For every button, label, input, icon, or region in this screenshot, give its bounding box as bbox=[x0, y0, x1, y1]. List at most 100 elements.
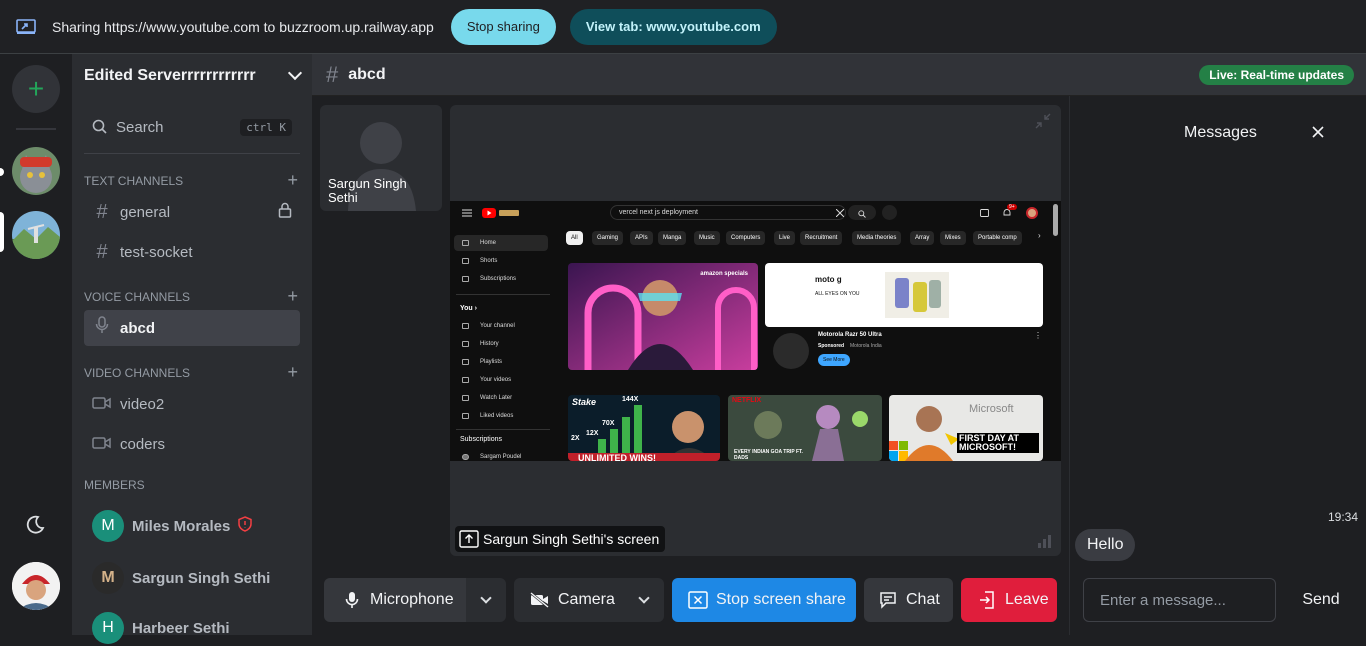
leave-button[interactable]: Leave bbox=[961, 578, 1057, 622]
shorts-icon bbox=[462, 258, 469, 264]
subscriptions-icon bbox=[462, 276, 469, 282]
member-name: Sargun Singh Sethi bbox=[132, 569, 271, 587]
yt-nav-subscriptions[interactable]: Subscriptions bbox=[454, 271, 548, 287]
video-thumbnail-microsoft[interactable]: Microsoft FIRST DAY AT MICROSOFT! bbox=[889, 395, 1043, 461]
voice-search-icon[interactable] bbox=[882, 205, 897, 220]
camera-options-button[interactable] bbox=[624, 578, 664, 622]
yt-nav-liked-videos[interactable]: Liked videos bbox=[454, 408, 548, 424]
button-label: Stop screen share bbox=[716, 591, 846, 608]
channel-general[interactable]: # general bbox=[84, 194, 300, 230]
youtube-topbar: vercel next js deployment 9+ bbox=[450, 201, 1061, 225]
user-avatar[interactable] bbox=[12, 562, 60, 610]
stop-screen-share-button[interactable]: Stop screen share bbox=[672, 578, 856, 622]
chip-mixes[interactable]: Mixes bbox=[940, 231, 966, 245]
yt-sub-sargam-poudel[interactable]: Sargam Poudel bbox=[454, 449, 548, 461]
yt-nav-history[interactable]: History bbox=[454, 336, 548, 352]
message-input[interactable]: Enter a message... bbox=[1083, 578, 1276, 622]
youtube-search-input[interactable]: vercel next js deployment bbox=[610, 205, 846, 220]
yt-nav-your-channel[interactable]: Your channel bbox=[454, 318, 548, 334]
channel-test-socket[interactable]: # test-socket bbox=[84, 234, 300, 270]
server-icon-landscape[interactable] bbox=[12, 211, 60, 259]
channel-abcd[interactable]: abcd bbox=[84, 310, 300, 346]
add-server-button[interactable]: + bbox=[12, 65, 60, 113]
chip-computers[interactable]: Computers bbox=[726, 231, 766, 245]
youtube-avatar[interactable] bbox=[1026, 207, 1038, 219]
chat-message: Hello bbox=[1075, 529, 1136, 561]
add-text-channel-icon[interactable]: + bbox=[287, 170, 298, 191]
more-options-icon[interactable]: ⋮ bbox=[1034, 331, 1042, 340]
chip-array[interactable]: Array bbox=[910, 231, 935, 245]
channel-sidebar: Edited Serverrrrrrrrrrrr Search ctrl K T… bbox=[72, 54, 381, 644]
channel-label: coders bbox=[120, 435, 166, 453]
category-label: VOICE CHANNELS bbox=[84, 289, 191, 304]
camera-button[interactable]: Camera bbox=[514, 578, 624, 622]
hash-icon: # bbox=[326, 61, 339, 87]
avatar: M bbox=[92, 562, 124, 594]
nav-label: Your videos bbox=[480, 377, 512, 383]
chevron-down-icon bbox=[287, 65, 303, 81]
history-icon bbox=[462, 341, 469, 347]
video-thumbnail-netflix[interactable]: NETFLIX EVERY INDIAN GOA TRIP FT. DADS bbox=[728, 395, 882, 461]
microphone-button[interactable]: Microphone bbox=[324, 578, 466, 622]
server-icon-cat[interactable] bbox=[12, 147, 60, 195]
chip-recruitment[interactable]: Recruitment bbox=[800, 231, 843, 245]
collapse-icon[interactable] bbox=[1035, 113, 1051, 129]
chip-next-icon[interactable]: › bbox=[1038, 231, 1041, 240]
member-miles-morales[interactable]: M Miles Morales bbox=[92, 508, 302, 544]
view-tab-button[interactable]: View tab: www.youtube.com bbox=[569, 8, 777, 45]
chip-media-theories[interactable]: Media theories bbox=[852, 231, 902, 245]
chip-portable-comp[interactable]: Portable comp bbox=[973, 231, 1022, 245]
video-thumbnail-stake[interactable]: Stake 144X 70X 12X 2X UNLIMITED WINS! bbox=[568, 395, 720, 461]
yt-nav-playlists[interactable]: Playlists bbox=[454, 354, 548, 370]
channel-label: video2 bbox=[120, 395, 165, 413]
youtube-scrollbar[interactable] bbox=[1053, 204, 1058, 236]
chat-button[interactable]: Chat bbox=[864, 578, 953, 622]
theme-toggle-icon[interactable] bbox=[24, 514, 46, 536]
thumb-brand: NETFLIX bbox=[732, 397, 762, 404]
search-button[interactable]: Search ctrl K bbox=[84, 110, 300, 144]
create-icon[interactable] bbox=[980, 209, 989, 217]
clock-icon bbox=[462, 395, 469, 401]
video-thumbnail-promo[interactable]: amazon specials bbox=[568, 263, 758, 370]
member-sargun-singh-sethi[interactable]: M Sargun Singh Sethi bbox=[92, 560, 302, 596]
youtube-search-button[interactable] bbox=[848, 205, 876, 220]
close-icon[interactable] bbox=[1310, 124, 1326, 140]
chat-icon bbox=[878, 590, 898, 610]
add-voice-channel-icon[interactable]: + bbox=[287, 286, 298, 307]
yt-nav-home[interactable]: Home bbox=[454, 235, 548, 251]
ad-see-more-button[interactable]: See More bbox=[818, 354, 850, 366]
thumb-caption: UNLIMITED WINS! bbox=[578, 453, 656, 461]
nav-label: Home bbox=[480, 240, 497, 246]
add-video-channel-icon[interactable]: + bbox=[287, 362, 298, 383]
ad-banner-brand: moto g bbox=[815, 275, 842, 284]
nav-label: Shorts bbox=[480, 258, 498, 264]
screen-share-tile[interactable]: vercel next js deployment 9+ Home Shorts… bbox=[450, 105, 1061, 556]
chip-apis[interactable]: APIs bbox=[630, 231, 653, 245]
clear-icon[interactable] bbox=[836, 209, 844, 217]
chip-live[interactable]: Live bbox=[774, 231, 796, 245]
category-label: MEMBERS bbox=[84, 478, 145, 492]
microphone-options-button[interactable] bbox=[466, 578, 506, 622]
chip-all[interactable]: All bbox=[566, 231, 583, 245]
channel-video2[interactable]: video2 bbox=[84, 386, 300, 422]
yt-nav-shorts[interactable]: Shorts bbox=[454, 253, 548, 269]
yt-nav-watch-later[interactable]: Watch Later bbox=[454, 390, 548, 406]
yt-nav-your-videos[interactable]: Your videos bbox=[454, 372, 548, 388]
avatar: M bbox=[92, 510, 124, 542]
stop-sharing-button[interactable]: Stop sharing bbox=[450, 8, 556, 45]
microphone-icon bbox=[92, 316, 112, 340]
channel-coders[interactable]: coders bbox=[84, 426, 300, 462]
server-header[interactable]: Edited Serverrrrrrrrrrrr bbox=[72, 54, 312, 98]
chip-gaming[interactable]: Gaming bbox=[592, 231, 624, 245]
ad-title[interactable]: Motorola Razr 50 Ultra bbox=[818, 332, 882, 338]
participant-tile[interactable]: Sargun Singh Sethi bbox=[320, 105, 442, 211]
member-harbeer-sethi[interactable]: H Harbeer Sethi bbox=[92, 610, 302, 646]
chip-manga[interactable]: Manga bbox=[658, 231, 687, 245]
server-rail: + bbox=[0, 54, 72, 635]
ad-banner[interactable]: moto g ALL EYES ON YOU bbox=[765, 263, 1043, 327]
send-button[interactable]: Send bbox=[1288, 578, 1354, 622]
button-label: Chat bbox=[906, 591, 940, 608]
chip-music[interactable]: Music bbox=[694, 231, 720, 245]
connection-quality-icon bbox=[1037, 534, 1053, 548]
you-header[interactable]: You › bbox=[460, 305, 477, 312]
